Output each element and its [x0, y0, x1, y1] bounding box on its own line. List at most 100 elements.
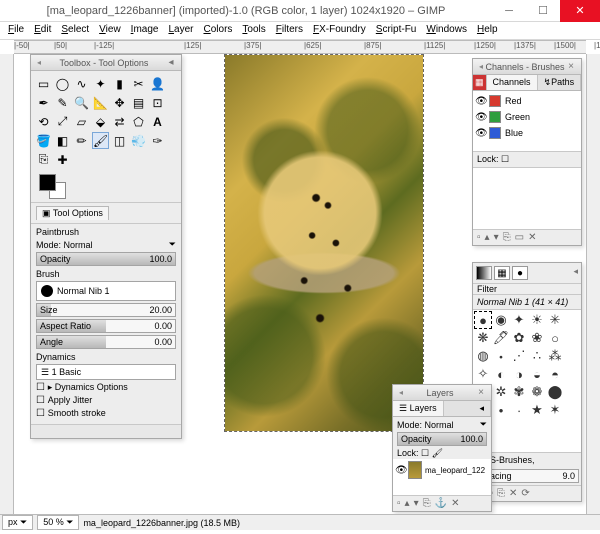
tool-ink[interactable]: ✑ — [149, 132, 166, 149]
menu-file[interactable]: File — [4, 23, 28, 38]
layer-opacity-slider[interactable]: Opacity100.0 — [397, 432, 487, 446]
tool-options-tab[interactable]: ▣ Tool Options — [36, 206, 109, 220]
visibility-icon[interactable]: 👁 — [475, 96, 485, 107]
tool-zoom[interactable]: 🔍 — [73, 94, 90, 111]
size-slider[interactable]: Size20.00 — [36, 303, 176, 317]
apply-jitter-checkbox[interactable]: Apply Jitter — [36, 395, 176, 406]
menu-tools[interactable]: Tools — [238, 23, 269, 38]
delete-layer-icon[interactable]: ✕ — [451, 498, 459, 509]
pattern-tab-icon[interactable]: ▦ — [494, 266, 510, 280]
tool-color-picker[interactable]: ✎ — [54, 94, 71, 111]
tool-ellipse-select[interactable]: ◯ — [54, 75, 71, 92]
brush-cell[interactable]: ◓ — [546, 365, 564, 383]
delete-channel-icon[interactable]: ✕ — [528, 232, 536, 243]
dynamics-options-expand[interactable]: ▸ Dynamics Options — [36, 382, 176, 393]
brush-cell[interactable]: ⋰ — [510, 347, 528, 365]
menu-help[interactable]: Help — [473, 23, 502, 38]
tool-perspective[interactable]: ⬙ — [92, 113, 109, 130]
smooth-stroke-checkbox[interactable]: Smooth stroke — [36, 408, 176, 419]
menu-script-fu[interactable]: Script-Fu — [372, 23, 421, 38]
channels-tab[interactable]: Channels — [487, 75, 538, 90]
brush-cell[interactable]: ☀ — [528, 311, 546, 329]
new-channel-icon[interactable]: ▫ — [477, 232, 481, 243]
raise-layer-icon[interactable]: ▴ — [405, 498, 410, 509]
brushes-menu-icon[interactable]: ◂ — [573, 266, 578, 280]
new-layer-icon[interactable]: ▫ — [397, 498, 401, 509]
gradient-tab-icon[interactable] — [476, 266, 492, 280]
brush-cell[interactable]: ・ — [492, 347, 510, 365]
panel-close-icon[interactable]: × — [565, 61, 577, 72]
tool-crop[interactable]: ⊡ — [149, 94, 166, 111]
tool-paths[interactable]: ✒ — [35, 94, 52, 111]
tool-heal[interactable]: ✚ — [54, 151, 71, 168]
raise-channel-icon[interactable]: ▴ — [485, 232, 490, 243]
tool-foreground[interactable]: 👤 — [149, 75, 166, 92]
image-canvas[interactable] — [224, 54, 424, 432]
delete-brush-icon[interactable]: ✕ — [509, 488, 517, 499]
menu-layer[interactable]: Layer — [164, 23, 197, 38]
lower-channel-icon[interactable]: ▾ — [494, 232, 499, 243]
menu-edit[interactable]: Edit — [30, 23, 55, 38]
dynamics-selector[interactable]: ☰ 1 Basic — [36, 364, 176, 380]
brush-tab-icon[interactable]: ● — [512, 266, 528, 280]
brush-cell[interactable]: ✶ — [546, 401, 564, 419]
tool-blend[interactable]: ◧ — [54, 132, 71, 149]
menu-select[interactable]: Select — [57, 23, 93, 38]
menu-image[interactable]: Image — [127, 23, 163, 38]
close-button[interactable]: ✕ — [560, 0, 600, 22]
menu-fx-foundry[interactable]: FX-Foundry — [309, 23, 370, 38]
brush-cell[interactable]: ◉ — [492, 311, 510, 329]
brush-cell[interactable]: ✲ — [492, 383, 510, 401]
panel-close-icon[interactable]: × — [475, 387, 487, 398]
brush-cell[interactable]: ∴ — [528, 347, 546, 365]
collapse-icon[interactable]: ◂ — [477, 62, 485, 71]
brush-cell[interactable]: • — [492, 401, 510, 419]
brush-cell[interactable]: ✳ — [546, 311, 564, 329]
tool-color-select[interactable]: ▮ — [111, 75, 128, 92]
to-selection-icon[interactable]: ▭ — [515, 232, 524, 243]
menu-filters[interactable]: Filters — [272, 23, 307, 38]
tool-free-select[interactable]: ∿ — [73, 75, 90, 92]
duplicate-layer-icon[interactable]: ⎘ — [423, 498, 431, 509]
visibility-icon[interactable]: 👁 — [395, 465, 405, 476]
maximize-button[interactable]: ☐ — [526, 0, 560, 22]
duplicate-brush-icon[interactable]: ⎘ — [497, 488, 505, 499]
layers-tab[interactable]: ☰ Layers — [393, 401, 444, 416]
tool-paintbrush[interactable]: 🖌 — [92, 132, 109, 149]
brush-cell[interactable]: ∙ — [510, 401, 528, 419]
refresh-brushes-icon[interactable]: ⟳ — [521, 488, 529, 499]
brush-cell[interactable]: ⁂ — [546, 347, 564, 365]
angle-slider[interactable]: Angle0.00 — [36, 335, 176, 349]
brush-cell[interactable]: ⬤ — [546, 383, 564, 401]
tool-align[interactable]: ▤ — [130, 94, 147, 111]
layers-menu-icon[interactable]: ◂ — [473, 401, 491, 416]
brush-cell[interactable]: ○ — [546, 329, 564, 347]
tool-measure[interactable]: 📐 — [92, 94, 109, 111]
tool-cage[interactable]: ⬠ — [130, 113, 147, 130]
unit-selector[interactable]: px ⏷ — [2, 515, 33, 530]
visibility-icon[interactable]: 👁 — [475, 128, 485, 139]
tool-rect-select[interactable]: ▭ — [35, 75, 52, 92]
duplicate-channel-icon[interactable]: ⎘ — [503, 232, 511, 243]
color-swatches[interactable] — [31, 172, 181, 202]
lower-layer-icon[interactable]: ▾ — [414, 498, 419, 509]
tool-airbrush[interactable]: 💨 — [130, 132, 147, 149]
tool-flip[interactable]: ⇄ — [111, 113, 128, 130]
brush-cell[interactable]: ✧ — [474, 365, 492, 383]
collapse-icon[interactable]: ◂ — [35, 58, 43, 67]
panel-menu-icon[interactable]: ◂ — [165, 57, 177, 68]
brush-cell[interactable]: ✾ — [510, 383, 528, 401]
brush-cell[interactable]: 🖊 — [492, 329, 510, 347]
minimize-button[interactable]: ─ — [492, 0, 526, 22]
channels-icon-tab[interactable]: ▦ — [473, 75, 487, 90]
channel-row[interactable]: 👁Blue — [475, 125, 579, 141]
visibility-icon[interactable]: 👁 — [475, 112, 485, 123]
anchor-layer-icon[interactable]: ⚓ — [435, 498, 447, 509]
menu-view[interactable]: View — [95, 23, 125, 38]
brush-cell[interactable]: ❀ — [528, 329, 546, 347]
tool-shear[interactable]: ▱ — [73, 113, 90, 130]
tool-scale[interactable]: ⤢ — [54, 113, 71, 130]
channel-row[interactable]: 👁Red — [475, 93, 579, 109]
menu-colors[interactable]: Colors — [199, 23, 236, 38]
brush-cell[interactable]: ★ — [528, 401, 546, 419]
